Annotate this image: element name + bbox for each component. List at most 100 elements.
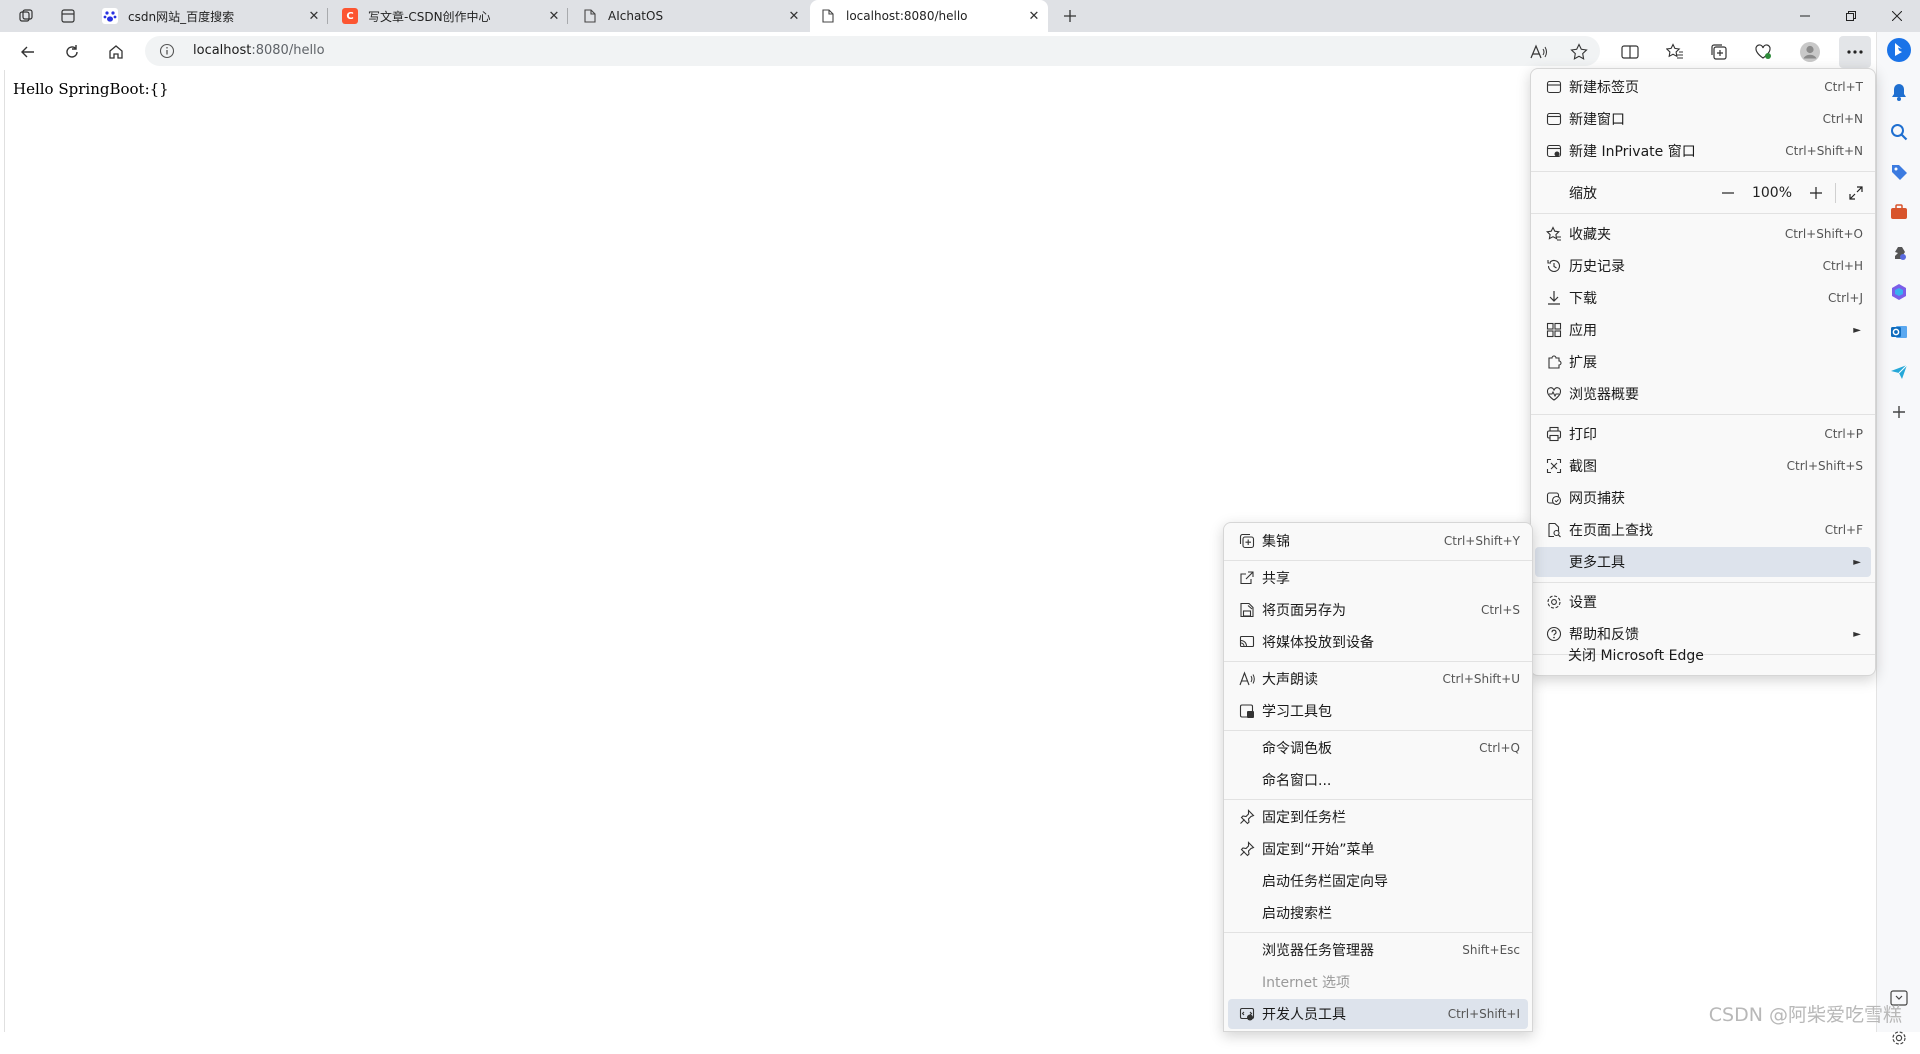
submenu-read-aloud[interactable]: 大声朗读 Ctrl+Shift+U [1228, 664, 1528, 694]
tab-aichatos[interactable]: AIchatOS ✕ [572, 0, 808, 32]
close-tab-icon[interactable]: ✕ [1020, 0, 1048, 32]
site-info-icon[interactable] [159, 43, 175, 59]
submenu-search-bar[interactable]: 启动搜索栏 [1228, 898, 1528, 928]
home-button[interactable] [100, 36, 132, 68]
address-bar[interactable]: localhost:8080/hello [145, 36, 1600, 66]
menu-shortcut: Ctrl+Shift+N [1785, 144, 1863, 158]
zoom-out-button[interactable] [1713, 178, 1743, 208]
submenu-developer-tools[interactable]: 开发人员工具 Ctrl+Shift+I [1228, 999, 1528, 1029]
menu-label: 启动搜索栏 [1262, 906, 1332, 922]
menu-close-edge[interactable]: 关闭 Microsoft Edge [1534, 640, 1872, 670]
read-aloud-icon[interactable] [1523, 36, 1555, 68]
menu-label: 在页面上查找 [1569, 523, 1653, 539]
games-chess-icon[interactable] [1883, 236, 1915, 268]
close-tab-icon[interactable]: ✕ [540, 0, 568, 32]
new-tab-button[interactable] [1050, 0, 1090, 32]
tab-localhost[interactable]: localhost:8080/hello ✕ [810, 0, 1048, 32]
add-sidebar-app-icon[interactable] [1883, 396, 1915, 428]
zoom-in-button[interactable] [1801, 178, 1831, 208]
refresh-button[interactable] [56, 36, 88, 68]
menu-downloads[interactable]: 下载 Ctrl+J [1535, 283, 1871, 313]
more-tools-submenu: 集锦 Ctrl+Shift+Y 共享 将页面另存为 Ctrl+S 将媒体投放到设… [1223, 522, 1533, 1032]
browser-essentials-icon[interactable] [1747, 36, 1779, 68]
submenu-pin-taskbar[interactable]: 固定到任务栏 [1228, 802, 1528, 832]
web-capture-icon [1535, 490, 1569, 506]
menu-favorites[interactable]: 收藏夹 Ctrl+Shift+O [1535, 219, 1871, 249]
learning-toolkit-icon [1228, 703, 1262, 719]
tab-csdn-write[interactable]: C 写文章-CSDN创作中心 ✕ [332, 0, 568, 32]
menu-find-on-page[interactable]: 在页面上查找 Ctrl+F [1535, 515, 1871, 545]
menu-history[interactable]: 历史记录 Ctrl+H [1535, 251, 1871, 281]
page-icon [820, 8, 836, 24]
menu-new-tab[interactable]: 新建标签页 Ctrl+T [1535, 72, 1871, 102]
menu-shortcut: Ctrl+J [1828, 291, 1863, 305]
menu-label: 固定到“开始”菜单 [1262, 842, 1375, 858]
menu-label: 设置 [1569, 595, 1597, 611]
submenu-command-palette[interactable]: 命令调色板 Ctrl+Q [1228, 733, 1528, 763]
menu-new-window[interactable]: 新建窗口 Ctrl+N [1535, 104, 1871, 134]
menu-web-capture[interactable]: 网页捕获 [1535, 483, 1871, 513]
submenu-learning-toolkit[interactable]: 学习工具包 [1228, 696, 1528, 726]
menu-label: 命令调色板 [1262, 741, 1332, 757]
fullscreen-button[interactable] [1841, 178, 1871, 208]
submenu-collections[interactable]: 集锦 Ctrl+Shift+Y [1228, 526, 1528, 556]
tab-baidu[interactable]: csdn网站_百度搜索 ✕ [92, 0, 328, 32]
profile-avatar[interactable] [1794, 36, 1826, 68]
page-icon [582, 8, 598, 24]
collections-icon[interactable] [1703, 36, 1735, 68]
menu-screenshot[interactable]: 截图 Ctrl+Shift+S [1535, 451, 1871, 481]
menu-label: 命名窗口... [1262, 773, 1332, 789]
menu-print[interactable]: 打印 Ctrl+P [1535, 419, 1871, 449]
shopping-tag-icon[interactable] [1883, 156, 1915, 188]
menu-shortcut: Ctrl+N [1822, 112, 1863, 126]
workspaces-icon[interactable] [6, 0, 46, 32]
favorites-icon[interactable] [1659, 36, 1691, 68]
submenu-cast-media[interactable]: 将媒体投放到设备 [1228, 627, 1528, 657]
submenu-save-page-as[interactable]: 将页面另存为 Ctrl+S [1228, 595, 1528, 625]
settings-and-more-button[interactable] [1839, 36, 1871, 68]
menu-label: 固定到任务栏 [1262, 810, 1346, 826]
menu-new-inprivate-window[interactable]: 新建 InPrivate 窗口 Ctrl+Shift+N [1535, 136, 1871, 166]
microsoft-365-icon[interactable] [1883, 276, 1915, 308]
menu-extensions[interactable]: 扩展 [1535, 347, 1871, 377]
menu-browser-essentials[interactable]: 浏览器概要 [1535, 379, 1871, 409]
menu-shortcut: Ctrl+F [1824, 523, 1863, 537]
vertical-tabs-icon[interactable] [48, 0, 88, 32]
restore-button[interactable] [1828, 0, 1874, 32]
add-favorite-icon[interactable] [1563, 36, 1595, 68]
menu-apps[interactable]: 应用 ► [1535, 315, 1871, 345]
submenu-share[interactable]: 共享 [1228, 563, 1528, 593]
menu-shortcut: Ctrl+T [1824, 80, 1863, 94]
menu-more-tools[interactable]: 更多工具 ► [1535, 547, 1871, 577]
split-screen-icon[interactable] [1614, 36, 1646, 68]
url-host: localhost [193, 43, 252, 58]
menu-shortcut: Ctrl+Q [1479, 741, 1520, 755]
outlook-icon[interactable] [1883, 316, 1915, 348]
search-icon[interactable] [1883, 116, 1915, 148]
submenu-task-manager[interactable]: 浏览器任务管理器 Shift+Esc [1228, 935, 1528, 965]
menu-settings[interactable]: 设置 [1535, 587, 1871, 617]
submenu-arrow-icon: ► [1853, 556, 1861, 568]
csdn-logo-icon: C [342, 8, 358, 24]
minimize-button[interactable] [1782, 0, 1828, 32]
back-button[interactable] [12, 36, 44, 68]
edge-sidebar [1876, 32, 1920, 1045]
submenu-name-window[interactable]: 命名窗口... [1228, 765, 1528, 795]
submenu-taskbar-pin-wizard[interactable]: 启动任务栏固定向导 [1228, 866, 1528, 896]
tools-briefcase-icon[interactable] [1883, 196, 1915, 228]
submenu-arrow-icon: ► [1853, 324, 1861, 336]
share-icon [1228, 570, 1262, 586]
screenshot-icon [1535, 458, 1569, 474]
close-window-button[interactable] [1874, 0, 1920, 32]
apps-icon [1535, 322, 1569, 338]
bing-copilot-icon[interactable] [1883, 34, 1915, 66]
menu-label: 将页面另存为 [1262, 603, 1346, 619]
send-drop-icon[interactable] [1883, 356, 1915, 388]
menu-label: 扩展 [1569, 355, 1597, 371]
tab-title: AIchatOS [608, 9, 664, 23]
close-tab-icon[interactable]: ✕ [300, 0, 328, 32]
submenu-pin-start[interactable]: 固定到“开始”菜单 [1228, 834, 1528, 864]
close-tab-icon[interactable]: ✕ [780, 0, 808, 32]
notifications-icon[interactable] [1883, 76, 1915, 108]
menu-label: 网页捕获 [1569, 491, 1625, 507]
